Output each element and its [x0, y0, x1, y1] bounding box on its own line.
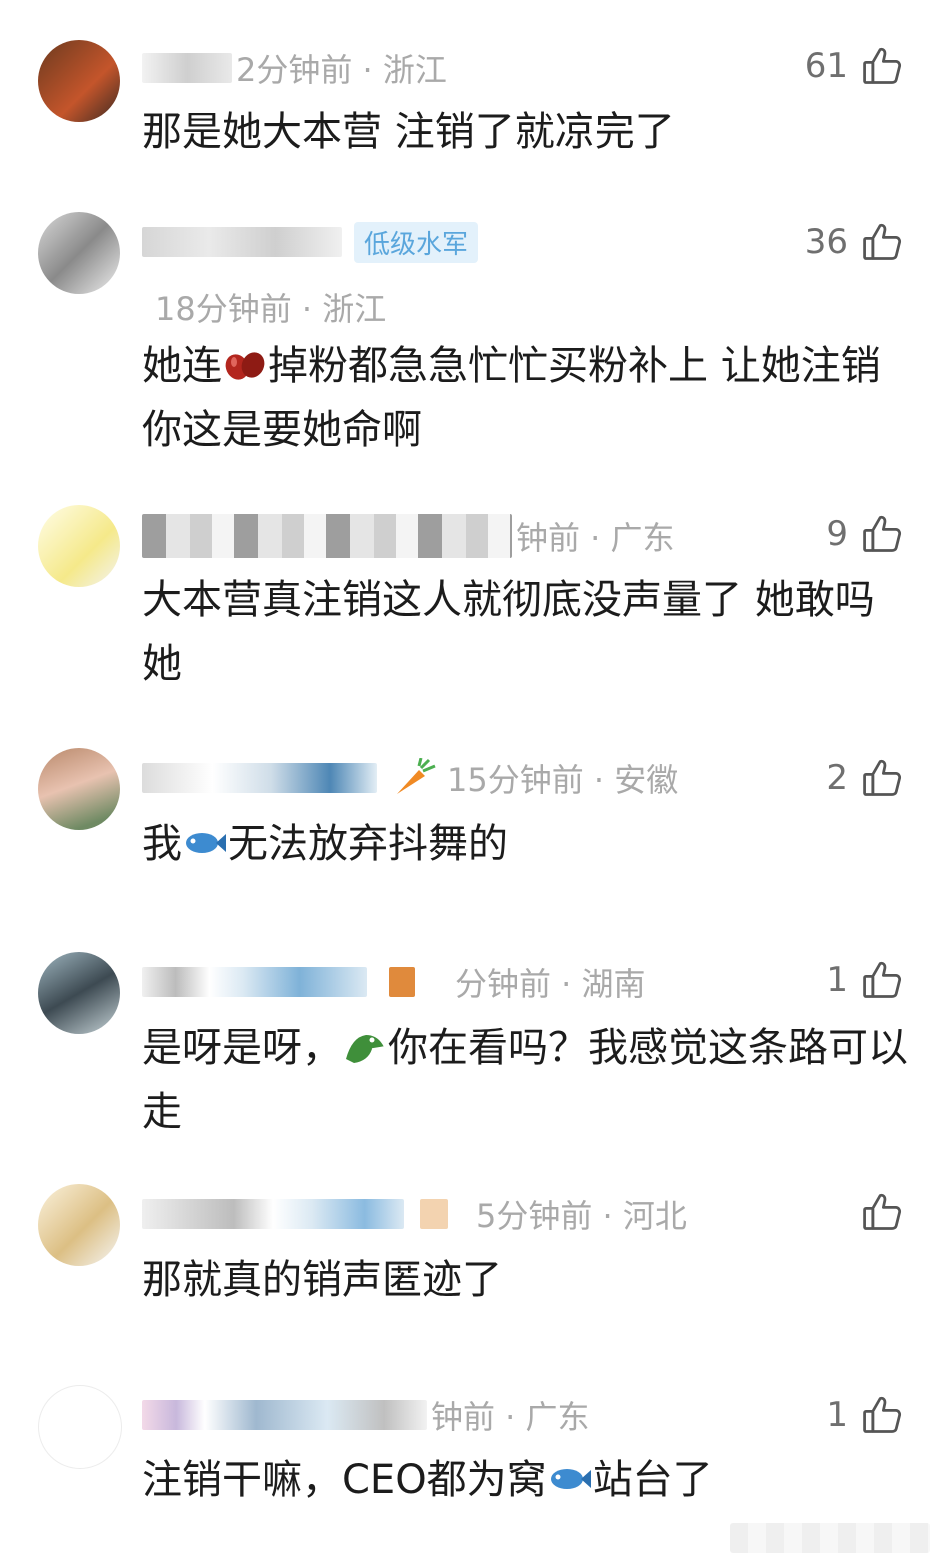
like-button[interactable]: 1 — [826, 1393, 904, 1437]
comment-text-part: 无法放弃抖舞的 — [228, 821, 508, 867]
comment-text-part: 是呀是呀， — [142, 1025, 342, 1071]
blurred-username[interactable] — [142, 1400, 427, 1430]
blurred-badge — [420, 1199, 448, 1229]
like-button[interactable]: 1 — [826, 958, 904, 1002]
level-badge: 低级水军 — [354, 221, 479, 263]
time-location: 18分钟前 · 浙江 — [155, 290, 387, 328]
avatar[interactable] — [38, 505, 120, 587]
avatar[interactable] — [38, 40, 120, 122]
like-button[interactable]: 61 — [805, 44, 904, 88]
blurred-username[interactable] — [142, 967, 367, 997]
comment-text-part: 注销干嘛，CEO都为窝 — [142, 1457, 547, 1503]
like-count: 9 — [826, 514, 848, 554]
comment-text-part: 她连 — [142, 343, 222, 389]
blurred-username[interactable] — [142, 53, 232, 83]
thumbs-up-icon — [860, 44, 904, 88]
comment-text-part: 我 — [142, 821, 182, 867]
crocodile-emoji — [346, 1035, 385, 1063]
like-button[interactable]: 2 — [826, 756, 904, 800]
like-count: 1 — [826, 1395, 848, 1435]
avatar[interactable] — [38, 1385, 122, 1469]
blurred-username[interactable] — [142, 227, 342, 257]
avatar[interactable] — [38, 212, 120, 294]
avatar[interactable] — [38, 952, 120, 1034]
time-location: 钟前 · 广东 — [431, 1398, 590, 1436]
comment-meta: 2分钟前 · 浙江 — [142, 46, 447, 90]
avatar[interactable] — [38, 748, 120, 830]
time-location: 分钟前 · 湖南 — [455, 965, 646, 1003]
like-count: 36 — [804, 222, 848, 262]
time-location: 2分钟前 · 浙江 — [236, 51, 447, 89]
comment-text: 我无法放弃抖舞的 — [142, 812, 912, 876]
comment-meta: 钟前 · 广东 — [142, 514, 675, 558]
carrot-emoji — [397, 758, 436, 794]
comment-text: 大本营真注销这人就彻底没声量了 她敢吗她 — [142, 577, 875, 687]
thumbs-up-icon — [860, 1393, 904, 1437]
blurred-username[interactable] — [142, 514, 512, 558]
blurred-username[interactable] — [142, 763, 377, 793]
thumbs-up-icon — [860, 756, 904, 800]
like-button[interactable]: 36 — [805, 220, 904, 264]
comment-meta: 5分钟前 · 河北 — [142, 1192, 687, 1236]
watermark — [730, 1523, 930, 1553]
like-count: 2 — [826, 758, 848, 798]
comment-meta: 钟前 · 广东 — [142, 1393, 590, 1437]
like-count: 61 — [804, 46, 848, 86]
time-location: 钟前 · 广东 — [516, 519, 675, 557]
comment-meta: 分钟前 · 湖南 — [142, 960, 646, 1004]
comment-text: 那就真的销声匿迹了 — [142, 1257, 502, 1303]
comment-meta: 15分钟前 · 安徽 — [142, 756, 678, 800]
blurred-badge — [389, 967, 415, 997]
thumbs-up-icon — [860, 958, 904, 1002]
time-location: 15分钟前 · 安徽 — [447, 761, 679, 799]
comment-text-part: 站台了 — [592, 1457, 713, 1503]
thumbs-up-icon — [860, 1190, 904, 1234]
like-button[interactable] — [848, 1190, 904, 1234]
bean-emoji — [225, 352, 265, 380]
blurred-username[interactable] — [142, 1199, 404, 1229]
comment-text: 她连 掉粉都急急忙忙买粉补上 让她注销 你这是要她命啊 — [142, 334, 912, 462]
avatar[interactable] — [38, 1184, 120, 1266]
comment-text: 是呀是呀， 你在看吗？我感觉这条路可以走 — [142, 1016, 912, 1144]
like-button[interactable]: 9 — [826, 512, 904, 556]
like-count: 1 — [826, 960, 848, 1000]
thumbs-up-icon — [860, 512, 904, 556]
time-location: 5分钟前 · 河北 — [476, 1197, 687, 1235]
comment-text: 那是她大本营 注销了就凉完了 — [142, 109, 675, 155]
thumbs-up-icon — [860, 220, 904, 264]
comment-text: 注销干嘛，CEO都为窝 站台了 — [142, 1448, 912, 1512]
fish-emoji — [550, 1469, 591, 1489]
comment-meta: 低级水军 — [142, 220, 486, 264]
fish-emoji — [186, 833, 226, 853]
